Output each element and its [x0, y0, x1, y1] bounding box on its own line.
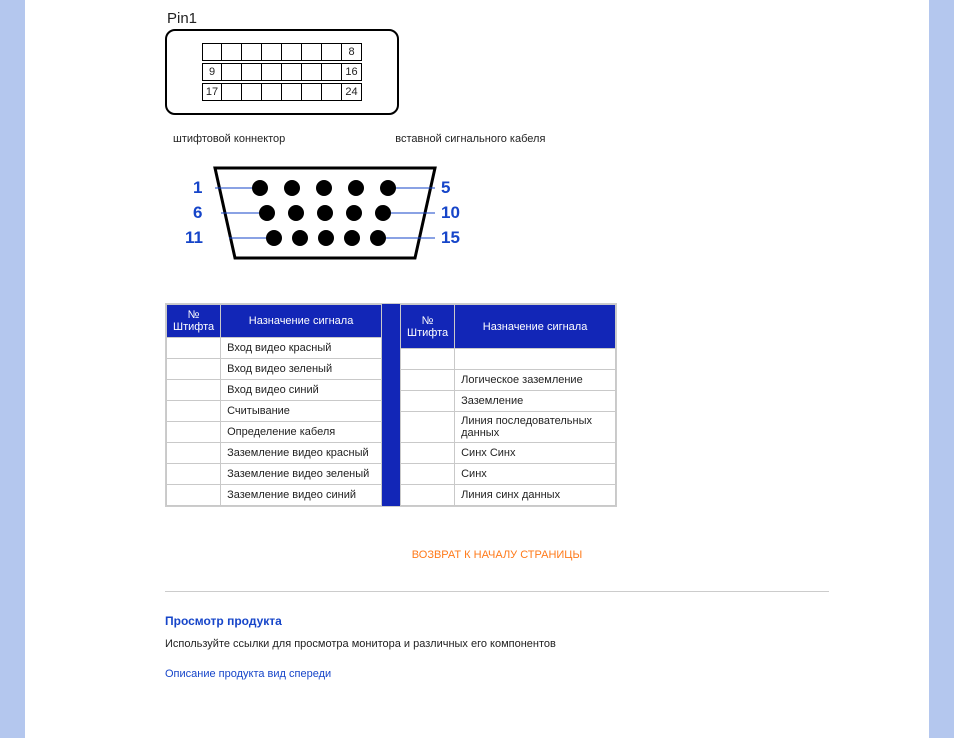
- back-to-top-link[interactable]: ВОЗВРАТ К НАЧАЛУ СТРАНИЦЫ: [165, 549, 829, 561]
- dsub-caption-right: вставной сигнального кабеля: [395, 133, 545, 145]
- table-row: Определение кабеля: [167, 422, 382, 443]
- dsub-caption-left: штифтовой коннектор: [173, 133, 285, 145]
- vga-connector-figure: 1 5 6 10 11 15: [185, 163, 465, 263]
- product-view-text: Используйте ссылки для просмотра монитор…: [165, 638, 829, 650]
- th-sig-left: Назначение сигнала: [221, 305, 382, 338]
- th-pin-left: № Штифта: [167, 305, 221, 338]
- table-row: Заземление видео зеленый: [167, 464, 382, 485]
- pin-table: № Штифта Назначение сигнала Вход видео к…: [165, 303, 617, 507]
- pin-table-right: № Штифта Назначение сигнала Логическое з…: [400, 304, 616, 506]
- dsub-caption: штифтовой коннектор вставной сигнального…: [173, 133, 829, 145]
- table-row: Заземление видео красный: [167, 443, 382, 464]
- table-row: Вход видео зеленый: [167, 359, 382, 380]
- dvi-pin-9: 9: [202, 63, 222, 81]
- table-row: Считывание: [167, 401, 382, 422]
- dvi-pin-8: 8: [342, 43, 362, 61]
- table-row: Линия последовательных данных: [401, 412, 616, 443]
- front-view-link[interactable]: Описание продукта вид спереди: [165, 668, 331, 680]
- dvi-pin-17: 17: [202, 83, 222, 101]
- table-row: Заземление видео синий: [167, 485, 382, 506]
- pin-table-left: № Штифта Назначение сигнала Вход видео к…: [166, 304, 382, 506]
- vga-pin-6: 6: [193, 203, 202, 223]
- table-row: Синх Синх: [401, 443, 616, 464]
- th-sig-right: Назначение сигнала: [455, 305, 616, 349]
- dvi-pin-24: 24: [342, 83, 362, 101]
- vga-pin-5: 5: [441, 178, 450, 198]
- table-row: Вход видео синий: [167, 380, 382, 401]
- th-pin-right: № Штифта: [401, 305, 455, 349]
- table-row: [401, 349, 616, 370]
- table-row: Логическое заземление: [401, 370, 616, 391]
- table-row: Синх: [401, 464, 616, 485]
- left-gutter: [25, 0, 155, 738]
- product-view-heading: Просмотр продукта: [165, 614, 829, 628]
- pin1-label: Pin1: [167, 10, 829, 27]
- table-row: Линия синх данных: [401, 485, 616, 506]
- content-area: Pin1 8 9 16 17 24: [155, 0, 839, 738]
- vga-pin-1: 1: [193, 178, 202, 198]
- table-row: Вход видео красный: [167, 338, 382, 359]
- table-row: Заземление: [401, 391, 616, 412]
- dvi-outline: 8 9 16 17 24: [165, 29, 399, 115]
- right-stripe: [929, 0, 954, 738]
- vga-pin-11: 11: [185, 228, 203, 248]
- left-stripe: [0, 0, 25, 738]
- dvi-connector-figure: Pin1 8 9 16 17 24: [165, 10, 829, 115]
- right-gutter: [839, 0, 929, 738]
- vga-pin-15: 15: [441, 228, 460, 248]
- divider: [165, 591, 829, 592]
- dvi-pin-16: 16: [342, 63, 362, 81]
- table-divider: [382, 304, 400, 506]
- vga-pin-10: 10: [441, 203, 460, 223]
